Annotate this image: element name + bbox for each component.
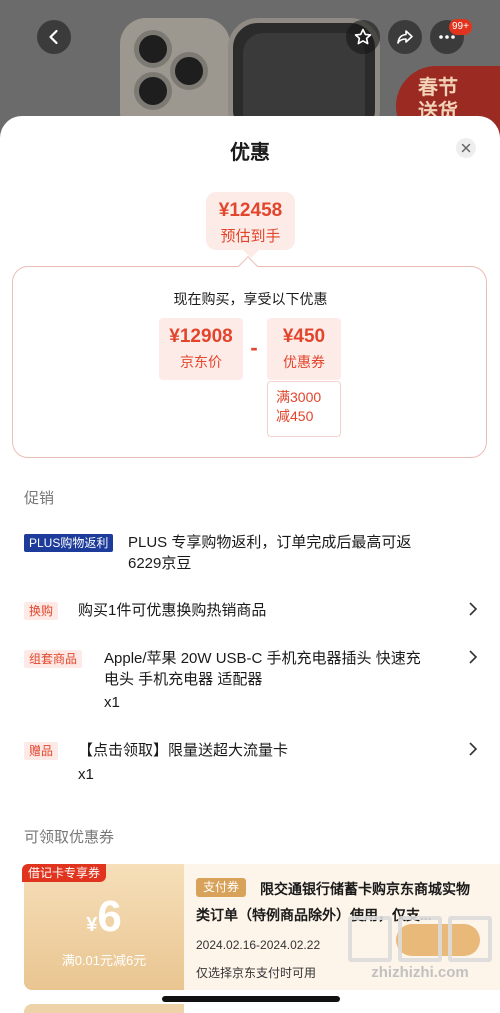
pay-tag: 支付券: [196, 878, 247, 897]
notification-badge: 99+: [449, 19, 472, 35]
jd-price-amount: ¥12908: [169, 326, 233, 347]
chevron-left-icon: [49, 29, 58, 45]
breakdown-heading: 现在购买，享受以下优惠: [173, 291, 328, 307]
estimated-price-label: 预估到手: [220, 228, 281, 245]
promo-text: 【点击领取】限量送超大流量卡: [78, 742, 289, 759]
favorite-button[interactable]: [346, 20, 380, 54]
camera-lens: [134, 72, 172, 110]
coupon-value-panel: 借记卡专享券 ¥6 满0.01元减6元: [22, 864, 184, 990]
promo-text-line: Apple/苹果 20W USB-C 手机充电器插头 快速充: [104, 650, 421, 667]
discount-sheet: 优惠 ¥12458 预估到手 现在购买，享受以下优惠 ¥12908 京东价 - …: [0, 116, 500, 1013]
promo-row-plus[interactable]: PLUS购物返利 PLUS 专享购物返利，订单完成后最高可返 6229京豆: [24, 534, 484, 578]
coupon-number: 6: [97, 892, 122, 941]
coupon-condition: 满3000 减450: [267, 381, 341, 437]
promo-row-exchange[interactable]: 换购 购买1件可优惠换购热销商品: [24, 602, 484, 626]
coupon-condition-line: 减450: [276, 408, 314, 424]
promo-text: PLUS 专享购物返利，订单完成后最高可返 6229京豆: [128, 532, 411, 574]
share-icon: [397, 30, 413, 44]
promo-tag: 换购: [24, 602, 59, 620]
camera-lens: [170, 52, 208, 90]
next-coupon-card[interactable]: [24, 1004, 184, 1013]
coupon-threshold: 满0.01元减6元: [61, 953, 147, 968]
coupon-condition-line: 满3000: [276, 389, 322, 405]
coupon-note: 仅选择京东支付时可用: [196, 966, 317, 980]
coupon-amount: ¥450: [282, 326, 326, 347]
promotions-title: 促销: [24, 490, 55, 507]
jd-price-label: 京东价: [180, 354, 222, 370]
camera-lens: [134, 30, 172, 68]
promo-qty: x1: [104, 694, 120, 711]
promo-text-line: 电头 手机充电器 适配器: [104, 671, 263, 688]
chevron-right-icon: [468, 742, 480, 762]
promo-text-line: PLUS 专享购物返利，订单完成后最高可返: [128, 534, 412, 551]
share-button[interactable]: [388, 20, 422, 54]
minus-operator: -: [250, 335, 258, 360]
back-button[interactable]: [37, 20, 71, 54]
coupon-value: ¥6: [24, 892, 184, 942]
home-indicator[interactable]: [162, 996, 340, 1002]
watermark-text: zhizhizhi.com: [371, 964, 469, 981]
watermark-logo: [348, 916, 494, 964]
promo-text: Apple/苹果 20W USB-C 手机充电器插头 快速充 电头 手机充电器 …: [104, 648, 421, 690]
promo-tag: 赠品: [24, 742, 59, 760]
jd-price-chip: ¥12908 京东价: [159, 318, 243, 380]
sheet-title: 优惠: [230, 142, 270, 164]
chevron-right-icon: [468, 650, 480, 670]
estimated-price: ¥12458: [218, 200, 283, 221]
coupon-label: 优惠券: [283, 354, 325, 370]
coupon-chip: ¥450 优惠券: [267, 318, 341, 380]
coupon-flag: 借记卡专享券: [22, 864, 107, 882]
star-icon: [354, 28, 372, 45]
close-icon: [461, 143, 471, 153]
promo-tag: 组套商品: [24, 650, 83, 668]
promo-tag: PLUS购物返利: [24, 534, 114, 552]
watermark: zhizhizhi.com: [342, 916, 498, 986]
close-button[interactable]: [456, 138, 476, 158]
promo-qty: x1: [78, 766, 94, 783]
promo-text: 购买1件可优惠换购热销商品: [78, 602, 267, 619]
coupon-currency: ¥: [86, 914, 98, 936]
promo-row-bundle[interactable]: 组套商品 Apple/苹果 20W USB-C 手机充电器插头 快速充 电头 手…: [24, 650, 484, 716]
promo-text-line: 6229京豆: [128, 555, 192, 572]
coupon-date-range: 2024.02.16-2024.02.22: [196, 938, 321, 952]
coupons-title: 可领取优惠券: [24, 829, 115, 846]
promo-row-gift[interactable]: 赠品 【点击领取】限量送超大流量卡 x1: [24, 742, 484, 786]
estimated-price-box: ¥12458 预估到手: [206, 192, 295, 250]
discount-breakdown: 现在购买，享受以下优惠 ¥12908 京东价 - ¥450 优惠券 满3000 …: [12, 266, 487, 458]
chevron-right-icon: [468, 602, 480, 622]
